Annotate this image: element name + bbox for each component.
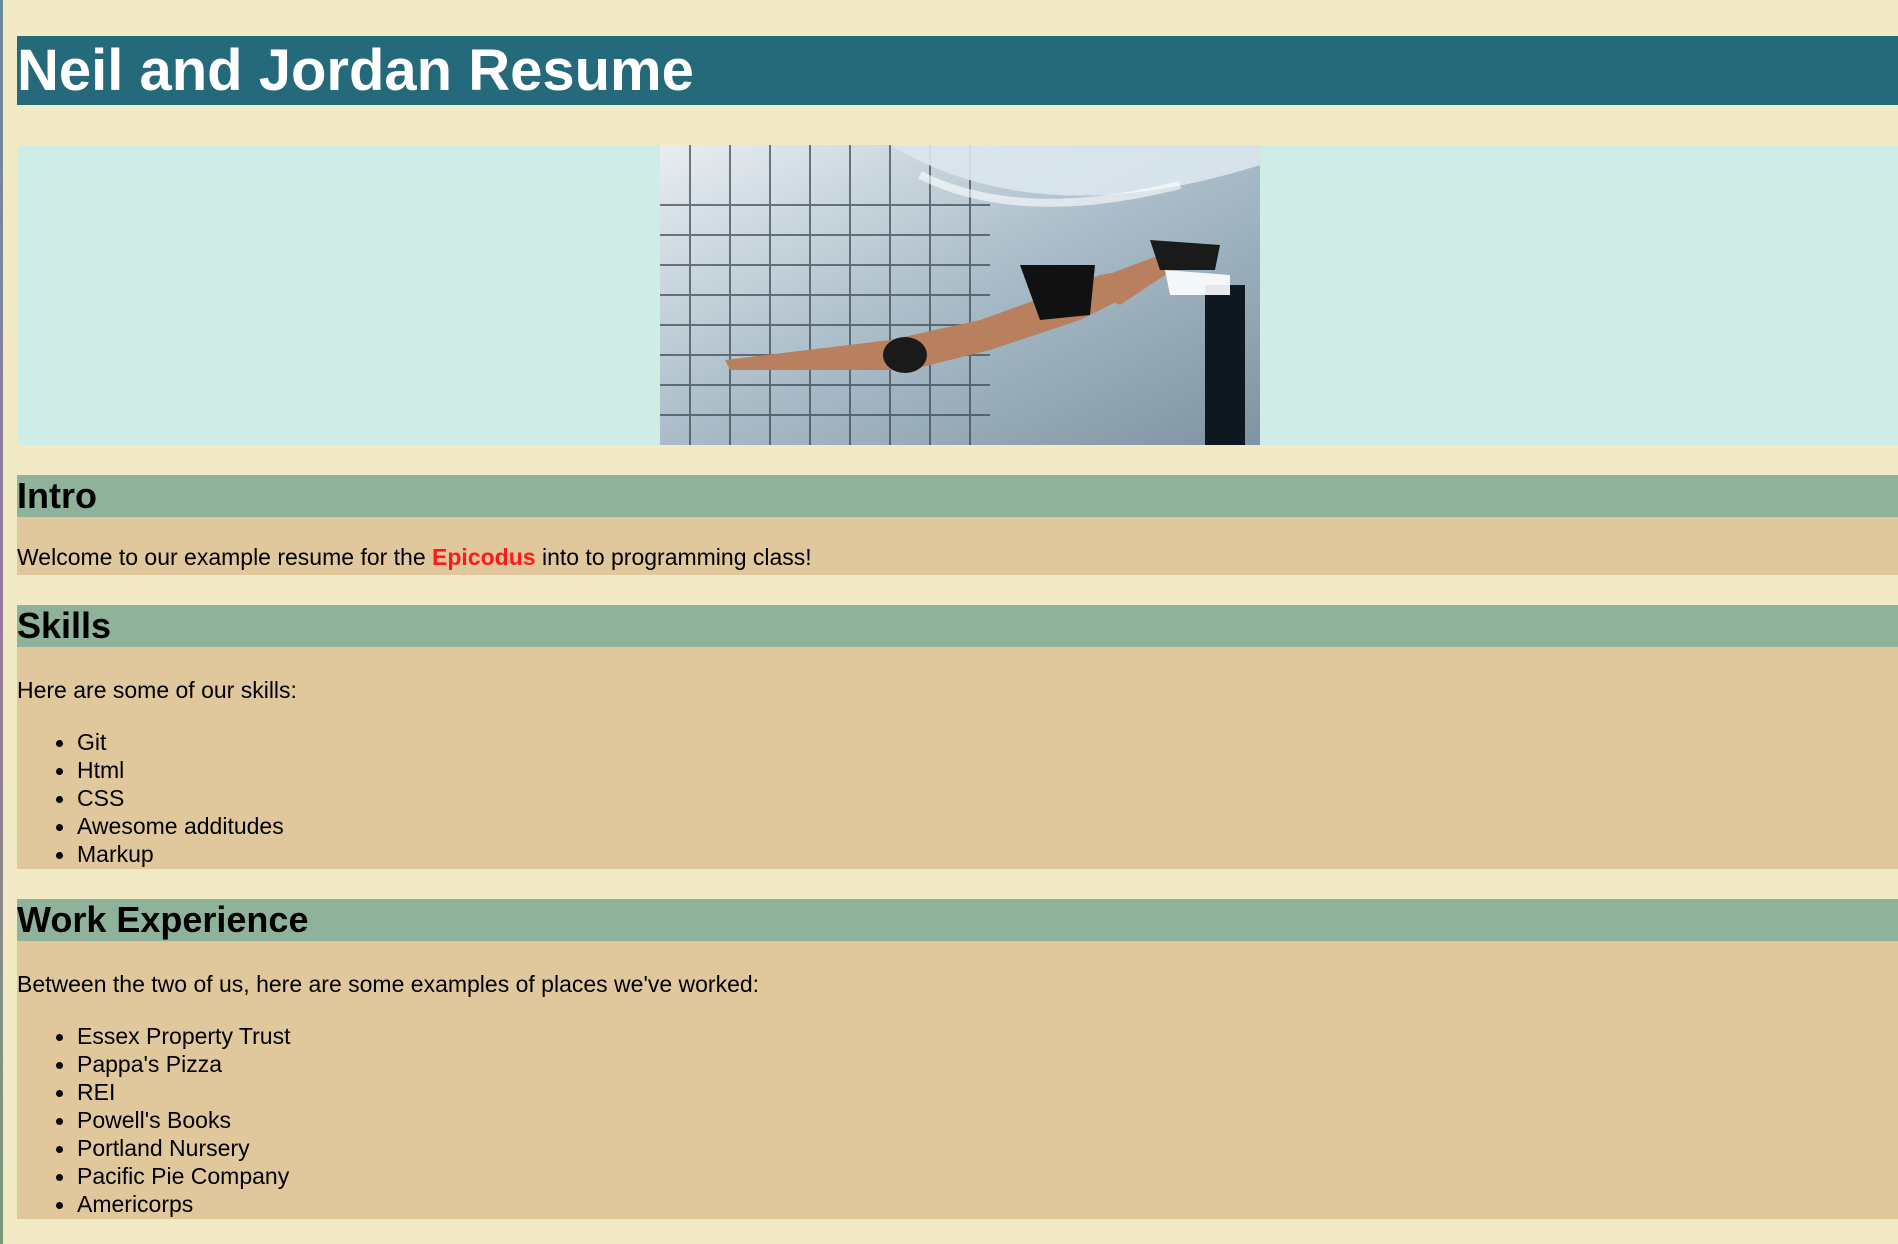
swimmer-image <box>660 145 1260 445</box>
list-item: Essex Property Trust <box>17 1022 290 1050</box>
list-item: Markup <box>17 840 284 868</box>
list-item: Git <box>17 728 284 756</box>
list-item: Americorps <box>17 1190 290 1218</box>
list-item: Portland Nursery <box>17 1134 290 1162</box>
list-item: Powell's Books <box>17 1106 290 1134</box>
intro-text-before: Welcome to our example resume for the <box>17 544 433 570</box>
work-list: Essex Property Trust Pappa's Pizza REI P… <box>17 1022 290 1218</box>
intro-text-after: into to programming class! <box>535 544 812 570</box>
skills-section: Here are some of our skills: Git Html CS… <box>17 647 1898 869</box>
work-heading-bar: Work Experience <box>17 899 1898 941</box>
skills-lead: Here are some of our skills: <box>17 677 297 703</box>
hero-banner <box>17 145 1898 445</box>
swimmer-illustration <box>660 145 1260 445</box>
intro-heading: Intro <box>17 475 97 516</box>
list-item: Awesome additudes <box>17 812 284 840</box>
list-item: REI <box>17 1078 290 1106</box>
list-item: Pacific Pie Company <box>17 1162 290 1190</box>
page-title: Neil and Jordan Resume <box>17 38 694 103</box>
work-lead: Between the two of us, here are some exa… <box>17 971 760 997</box>
skills-heading: Skills <box>17 605 112 646</box>
skills-heading-bar: Skills <box>17 605 1898 647</box>
intro-text: Welcome to our example resume for the Ep… <box>17 543 812 571</box>
work-section: Between the two of us, here are some exa… <box>17 941 1898 1219</box>
title-bar: Neil and Jordan Resume <box>17 36 1898 105</box>
intro-heading-bar: Intro <box>17 475 1898 517</box>
list-item: CSS <box>17 784 284 812</box>
window-edge <box>0 0 3 1244</box>
skills-list: Git Html CSS Awesome additudes Markup <box>17 728 284 868</box>
intro-section: Welcome to our example resume for the Ep… <box>17 517 1898 575</box>
list-item: Pappa's Pizza <box>17 1050 290 1078</box>
list-item: Html <box>17 756 284 784</box>
epicodus-highlight: Epicodus <box>432 544 536 570</box>
work-heading: Work Experience <box>17 899 309 940</box>
